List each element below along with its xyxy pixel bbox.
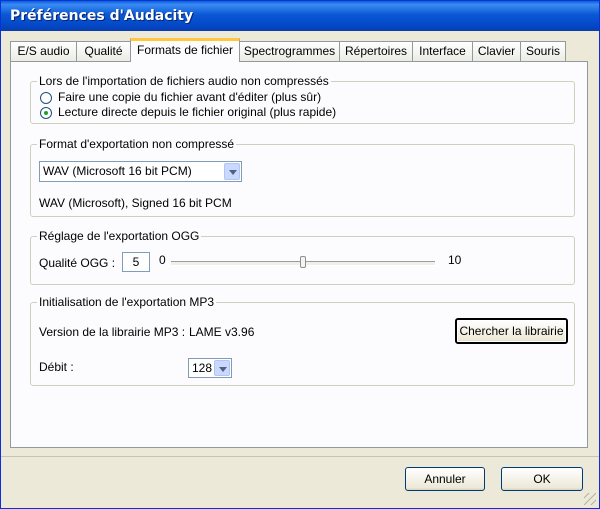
- ogg-group: Réglage de l'exportation OGG Qualité OGG…: [30, 229, 575, 285]
- export-format-dropdown[interactable]: WAV (Microsoft 16 bit PCM): [39, 161, 242, 182]
- export-format-group-title: Format d'exportation non compressé: [37, 137, 237, 151]
- title-bar[interactable]: Préférences d'Audacity: [1, 1, 599, 31]
- ogg-group-title: Réglage de l'exportation OGG: [37, 229, 202, 243]
- tab-spectrograms[interactable]: Spectrogrammes: [239, 41, 340, 61]
- import-group: Lors de l'importation de fichiers audio …: [30, 74, 575, 124]
- tab-quality[interactable]: Qualité: [76, 41, 131, 61]
- ogg-slider-max-label: 10: [448, 253, 462, 267]
- tab-mouse[interactable]: Souris: [520, 41, 566, 61]
- window-title: Préférences d'Audacity: [10, 8, 194, 24]
- file-formats-panel: Lors de l'importation de fichiers audio …: [10, 61, 588, 448]
- find-library-button[interactable]: Chercher la librairie: [455, 318, 568, 344]
- copy-before-edit-label[interactable]: Faire une copie du fichier avant d'édite…: [58, 90, 321, 104]
- export-format-value: WAV (Microsoft 16 bit PCM): [43, 164, 192, 178]
- import-group-title: Lors de l'importation de fichiers audio …: [37, 74, 331, 88]
- cancel-button[interactable]: Annuler: [405, 467, 485, 491]
- bitrate-value: 128: [192, 361, 213, 375]
- tab-interface[interactable]: Interface: [412, 41, 473, 61]
- ogg-quality-label: Qualité OGG :: [39, 256, 116, 270]
- export-format-description: WAV (Microsoft), Signed 16 bit PCM: [39, 196, 232, 210]
- mp3-group: Initialisation de l'exportation MP3 Vers…: [30, 295, 575, 386]
- mp3-group-title: Initialisation de l'exportation MP3: [37, 295, 217, 309]
- resize-grip-icon[interactable]: [584, 493, 596, 505]
- tab-file-formats[interactable]: Formats de fichier: [130, 38, 240, 62]
- bitrate-dropdown[interactable]: 128: [188, 358, 232, 378]
- ogg-quality-value[interactable]: 5: [122, 252, 150, 272]
- copy-before-edit-radio[interactable]: [40, 92, 52, 104]
- preferences-window: Préférences d'Audacity E/S audio Qualité…: [0, 0, 600, 509]
- bitrate-label: Débit :: [39, 360, 74, 374]
- chevron-down-icon[interactable]: [214, 360, 230, 376]
- ok-button[interactable]: OK: [501, 467, 583, 491]
- read-directly-label[interactable]: Lecture directe depuis le fichier origin…: [58, 105, 336, 119]
- tab-directories[interactable]: Répertoires: [339, 41, 413, 61]
- export-format-group: Format d'exportation non compressé WAV (…: [30, 137, 575, 217]
- footer-divider: [1, 456, 599, 457]
- mp3-library-version: LAME v3.96: [189, 325, 255, 339]
- tab-audio-io[interactable]: E/S audio: [10, 41, 77, 61]
- chevron-down-icon[interactable]: [224, 163, 240, 180]
- ogg-slider-min-label: 0: [159, 253, 166, 267]
- mp3-library-label: Version de la librairie MP3 :: [39, 325, 186, 339]
- read-directly-radio[interactable]: [40, 107, 52, 119]
- ogg-quality-slider-thumb[interactable]: [300, 256, 306, 268]
- tab-keyboard[interactable]: Clavier: [472, 41, 521, 61]
